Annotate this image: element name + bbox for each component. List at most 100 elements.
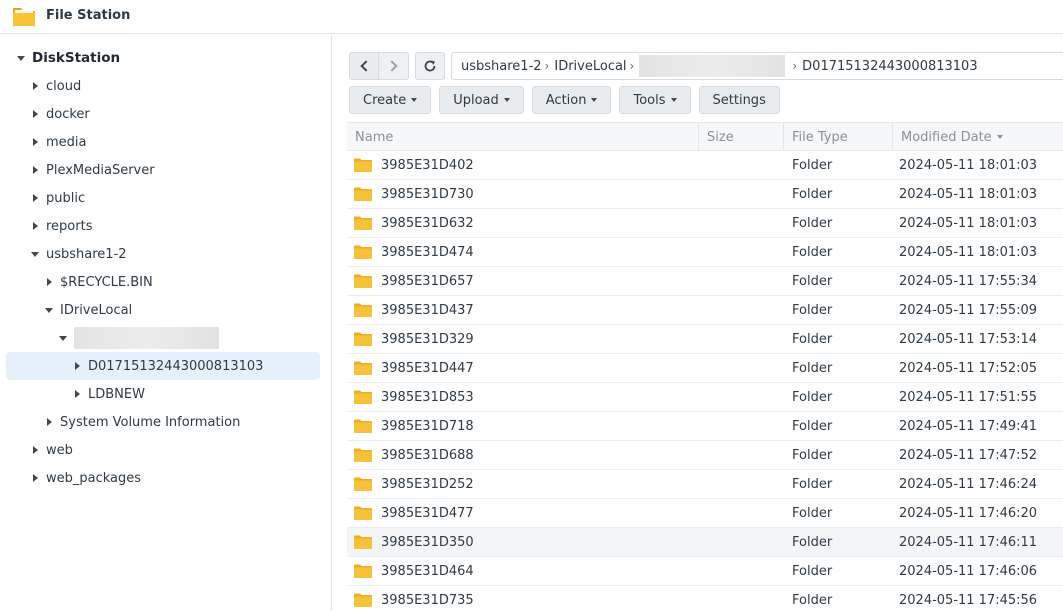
forward-button[interactable] xyxy=(379,52,409,80)
tree-item-media[interactable]: media xyxy=(28,128,87,156)
create-button[interactable]: Create xyxy=(349,86,432,114)
table-body: 3985E31D402 Folder 2024-05-11 18:01:03 3985… xyxy=(347,151,1063,611)
cell-modified-date: 2024-05-11 17:55:09 xyxy=(899,302,1038,318)
breadcrumb-separator-icon: › xyxy=(629,59,635,73)
tree-item-d01715132443000813103[interactable]: D01715132443000813103 xyxy=(70,352,263,380)
tree-item-cloud[interactable]: cloud xyxy=(28,72,81,100)
breadcrumb-current[interactable]: D01715132443000813103 xyxy=(802,59,977,74)
cell-file-type: Folder xyxy=(792,244,833,260)
folder-icon xyxy=(354,158,372,172)
cell-file-type: Folder xyxy=(792,157,833,173)
tree-item-reports[interactable]: reports xyxy=(28,212,92,240)
column-header-modified-date[interactable]: Modified Date xyxy=(892,123,1063,151)
table-row[interactable]: 3985E31D329 Folder 2024-05-11 17:53:14 xyxy=(347,325,1063,354)
table-row[interactable]: 3985E31D688 Folder 2024-05-11 17:47:52 xyxy=(347,441,1063,470)
tree-item-idrivelocal[interactable]: IDriveLocal xyxy=(42,296,132,324)
settings-button[interactable]: Settings xyxy=(698,86,780,114)
tree-item-recycle-bin[interactable]: $RECYCLE.BIN xyxy=(42,268,153,296)
caret-right-icon[interactable] xyxy=(28,443,42,457)
tree-item-plexmediaserver[interactable]: PlexMediaServer xyxy=(28,156,155,184)
caret-right-icon[interactable] xyxy=(28,163,42,177)
table-row[interactable]: 3985E31D632 Folder 2024-05-11 18:01:03 xyxy=(347,209,1063,238)
cell-name: 3985E31D688 xyxy=(381,447,474,463)
caret-down-icon[interactable] xyxy=(14,51,28,65)
cell-file-type: Folder xyxy=(792,186,833,202)
folder-icon xyxy=(354,535,372,549)
table-row[interactable]: 3985E31D718 Folder 2024-05-11 17:49:41 xyxy=(347,412,1063,441)
table-row[interactable]: 3985E31D437 Folder 2024-05-11 17:55:09 xyxy=(347,296,1063,325)
tree-item-ldbnew[interactable]: LDBNEW xyxy=(70,380,145,408)
nav-buttons xyxy=(349,52,445,80)
refresh-icon xyxy=(424,60,436,72)
tree-item-label: docker xyxy=(46,106,90,122)
caret-down-icon[interactable] xyxy=(42,303,56,317)
cell-file-type: Folder xyxy=(792,331,833,347)
column-header-size[interactable]: Size xyxy=(698,123,783,151)
table-row[interactable]: 3985E31D252 Folder 2024-05-11 17:46:24 xyxy=(347,470,1063,499)
table-row[interactable]: 3985E31D350 Folder 2024-05-11 17:46:11 xyxy=(347,528,1063,557)
table-row[interactable]: 3985E31D402 Folder 2024-05-11 18:01:03 xyxy=(347,151,1063,180)
path-breadcrumb[interactable]: usbshare1-2 › IDriveLocal › › D017151324… xyxy=(451,52,1063,80)
column-label: Size xyxy=(707,129,734,145)
dropdown-caret-icon xyxy=(591,98,598,102)
folder-icon xyxy=(354,593,372,607)
back-button[interactable] xyxy=(349,52,379,80)
tree-item-usbshare1-2[interactable]: usbshare1-2 xyxy=(28,240,127,268)
tree-item-docker[interactable]: docker xyxy=(28,100,90,128)
breadcrumb-usbshare1-2[interactable]: usbshare1-2 xyxy=(461,59,542,74)
column-header-name[interactable]: Name xyxy=(347,123,698,151)
tree-root-diskstation[interactable]: DiskStation xyxy=(14,44,120,72)
cell-name: 3985E31D350 xyxy=(381,534,474,550)
cell-name: 3985E31D730 xyxy=(381,186,474,202)
refresh-button[interactable] xyxy=(415,52,445,80)
caret-down-icon[interactable] xyxy=(56,331,70,345)
tree-item-label: web xyxy=(46,442,73,458)
tree-item-label: LDBNEW xyxy=(88,386,145,402)
tree-item-system-volume-information[interactable]: System Volume Information xyxy=(42,408,240,436)
sort-descending-icon xyxy=(996,135,1003,139)
breadcrumb-redacted[interactable] xyxy=(639,55,786,77)
cell-modified-date: 2024-05-11 17:46:06 xyxy=(899,563,1038,579)
caret-right-icon[interactable] xyxy=(70,387,84,401)
caret-right-icon[interactable] xyxy=(28,471,42,485)
table-row[interactable]: 3985E31D464 Folder 2024-05-11 17:46:06 xyxy=(347,557,1063,586)
column-label: Modified Date xyxy=(901,129,992,145)
cell-file-type: Folder xyxy=(792,592,833,608)
table-row[interactable]: 3985E31D853 Folder 2024-05-11 17:51:55 xyxy=(347,383,1063,412)
tree-item-web[interactable]: web xyxy=(28,436,73,464)
upload-button[interactable]: Upload xyxy=(439,86,524,114)
table-row[interactable]: 3985E31D657 Folder 2024-05-11 17:55:34 xyxy=(347,267,1063,296)
file-station-folder-icon xyxy=(13,8,35,26)
caret-right-icon[interactable] xyxy=(70,359,84,373)
caret-right-icon[interactable] xyxy=(28,219,42,233)
action-button[interactable]: Action xyxy=(531,86,612,114)
caret-right-icon[interactable] xyxy=(28,135,42,149)
tree-item-public[interactable]: public xyxy=(28,184,85,212)
table-row[interactable]: 3985E31D477 Folder 2024-05-11 17:46:20 xyxy=(347,499,1063,528)
cell-modified-date: 2024-05-11 17:46:11 xyxy=(899,534,1038,550)
folder-icon xyxy=(354,332,372,346)
cell-name: 3985E31D657 xyxy=(381,273,474,289)
table-row[interactable]: 3985E31D735 Folder 2024-05-11 17:45:56 xyxy=(347,586,1063,611)
cell-modified-date: 2024-05-11 17:47:52 xyxy=(899,447,1038,463)
tree-item-redacted-folder[interactable] xyxy=(56,324,219,352)
column-header-file-type[interactable]: File Type xyxy=(783,123,892,151)
cell-file-type: Folder xyxy=(792,302,833,318)
caret-right-icon[interactable] xyxy=(28,79,42,93)
breadcrumb-idrivelocal[interactable]: IDriveLocal xyxy=(554,59,626,74)
tree-item-label: web_packages xyxy=(46,470,142,486)
table-row[interactable]: 3985E31D730 Folder 2024-05-11 18:01:03 xyxy=(347,180,1063,209)
cell-name: 3985E31D853 xyxy=(381,389,474,405)
caret-down-icon[interactable] xyxy=(28,247,42,261)
table-row[interactable]: 3985E31D474 Folder 2024-05-11 18:01:03 xyxy=(347,238,1063,267)
caret-right-icon[interactable] xyxy=(28,107,42,121)
title-bar: File Station xyxy=(0,0,1063,34)
tree-item-web-packages[interactable]: web_packages xyxy=(28,464,141,492)
cell-modified-date: 2024-05-11 17:46:24 xyxy=(899,476,1038,492)
caret-right-icon[interactable] xyxy=(28,191,42,205)
folder-icon xyxy=(354,187,372,201)
caret-right-icon[interactable] xyxy=(42,415,56,429)
table-row[interactable]: 3985E31D447 Folder 2024-05-11 17:52:05 xyxy=(347,354,1063,383)
caret-right-icon[interactable] xyxy=(42,275,56,289)
tools-button[interactable]: Tools xyxy=(619,86,691,114)
